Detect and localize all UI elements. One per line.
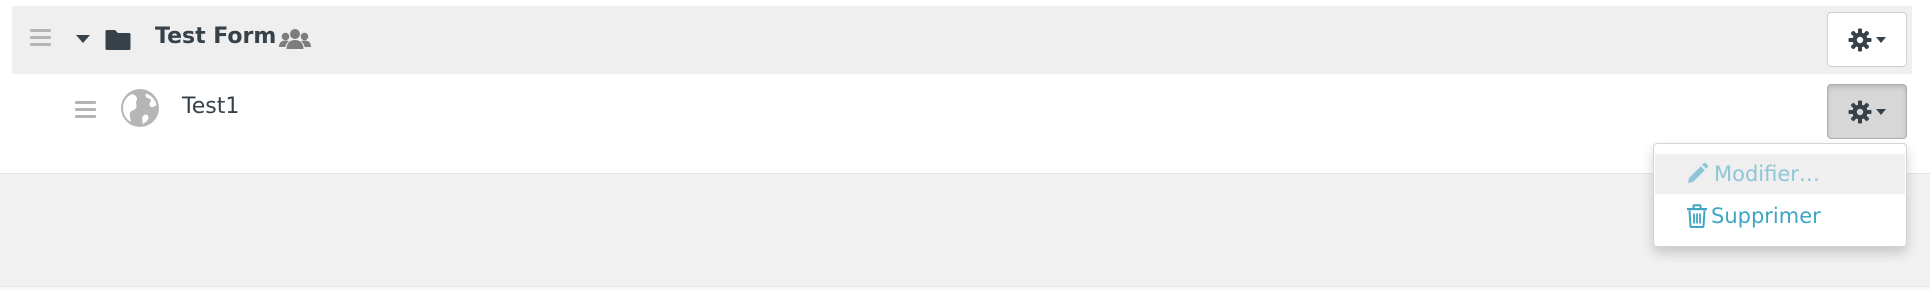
menu-item-supprimer[interactable]: Supprimer	[1655, 196, 1905, 236]
divider	[0, 286, 1930, 290]
drag-handle-icon[interactable]	[30, 29, 51, 46]
folder-settings-button[interactable]	[1827, 12, 1907, 67]
chevron-down-icon	[1876, 36, 1886, 43]
page: Test Form Test1 Modifier… Supprimer	[0, 0, 1930, 290]
folder-row: Test Form	[12, 6, 1912, 74]
menu-item-label: Modifier…	[1714, 162, 1820, 186]
gear-icon	[1848, 100, 1872, 123]
gear-icon	[1848, 28, 1872, 51]
menu-item-modifier[interactable]: Modifier…	[1655, 154, 1905, 194]
folder-title[interactable]: Test Form	[155, 24, 276, 49]
folder-icon	[105, 30, 131, 50]
trash-icon	[1687, 204, 1707, 228]
list-item: Test1	[12, 74, 1912, 144]
drag-handle-icon[interactable]	[75, 101, 96, 118]
globe-icon	[121, 89, 159, 127]
chevron-down-icon	[1876, 108, 1886, 115]
settings-dropdown-menu: Modifier… Supprimer	[1653, 143, 1907, 247]
menu-item-label: Supprimer	[1711, 204, 1821, 228]
pencil-icon	[1688, 162, 1709, 183]
caret-down-icon[interactable]	[76, 35, 90, 43]
item-settings-button[interactable]	[1827, 84, 1907, 139]
users-icon	[279, 29, 311, 49]
item-title[interactable]: Test1	[182, 94, 239, 119]
